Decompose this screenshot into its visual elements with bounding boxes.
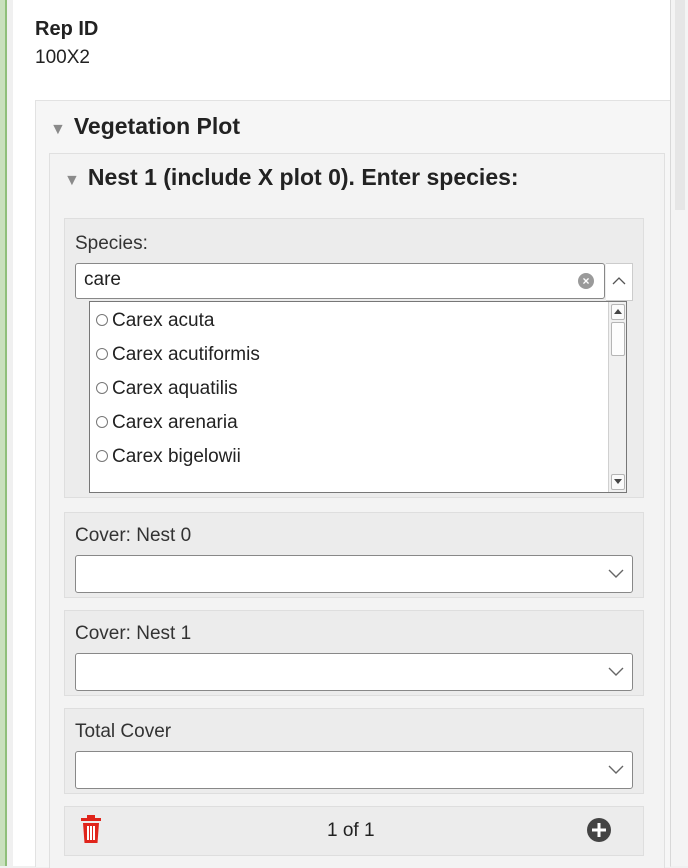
list-scrollbar[interactable]	[608, 302, 626, 492]
plus-circle-icon[interactable]	[586, 817, 612, 843]
left-accent-line	[5, 0, 7, 866]
species-option-label: Carex aquatilis	[112, 378, 238, 399]
vegetation-plot-group: ▼ Vegetation Plot ▼ Nest 1 (include X plot…	[35, 100, 671, 868]
species-option-label: Carex arenaria	[112, 412, 238, 433]
chevron-down-icon	[608, 667, 624, 676]
species-option[interactable]: Carex acuta	[90, 304, 608, 338]
chevron-down-icon	[608, 765, 624, 774]
radio-icon[interactable]	[96, 382, 108, 394]
vegetation-plot-title: Vegetation Plot	[73, 113, 240, 139]
cover-nest-0-field: Cover: Nest 0	[64, 512, 644, 598]
species-search-box[interactable]: ×	[75, 263, 605, 299]
rep-id-field: Rep ID 100X2	[35, 18, 98, 69]
species-options-list[interactable]: Carex acuta Carex acutiformis Carex aqua…	[89, 301, 627, 493]
rep-id-label: Rep ID	[35, 18, 99, 40]
triangle-down-icon: ▼	[50, 121, 66, 138]
scroll-down-arrow-icon[interactable]	[611, 474, 625, 490]
repeat-footer: 1 of 1	[64, 806, 644, 856]
species-option[interactable]: Carex bigelowii	[90, 440, 608, 474]
total-cover-label: Total Cover	[75, 721, 172, 742]
total-cover-field: Total Cover	[64, 708, 644, 794]
pager-text: 1 of 1	[327, 820, 375, 841]
nest-1-title: Nest 1 (include X plot 0). Enter species…	[87, 164, 519, 190]
cover-nest-1-field: Cover: Nest 1	[64, 610, 644, 696]
clear-icon[interactable]: ×	[578, 273, 594, 289]
page-scrollbar[interactable]	[670, 0, 688, 866]
species-search-input[interactable]	[84, 269, 564, 291]
species-option[interactable]: Carex arenaria	[90, 406, 608, 440]
scroll-up-arrow-icon[interactable]	[611, 304, 625, 320]
species-option-label: Carex acutiformis	[112, 344, 260, 365]
radio-icon[interactable]	[96, 314, 108, 326]
species-option-label: Carex acuta	[112, 310, 215, 331]
radio-icon[interactable]	[96, 416, 108, 428]
radio-icon[interactable]	[96, 450, 108, 462]
scroll-thumb[interactable]	[611, 322, 625, 356]
cover-nest-1-label: Cover: Nest 1	[75, 623, 192, 644]
total-cover-select[interactable]	[75, 751, 633, 789]
nest-1-group: ▼ Nest 1 (include X plot 0). Enter specie…	[49, 153, 665, 868]
species-field: Species: × Carex acuta Carex acutiformis…	[64, 218, 644, 498]
cover-nest-0-label: Cover: Nest 0	[75, 525, 192, 546]
trash-icon[interactable]	[81, 815, 101, 843]
triangle-down-icon: ▼	[64, 172, 80, 189]
form-panel: Rep ID 100X2 ▼ Vegetation Plot ▼ Nest 1 (i…	[13, 0, 671, 868]
cover-nest-1-select[interactable]	[75, 653, 633, 691]
species-label: Species:	[75, 233, 148, 254]
chevron-down-icon	[608, 569, 624, 578]
vegetation-plot-header[interactable]: ▼ Vegetation Plot	[50, 113, 240, 140]
page-scroll-thumb[interactable]	[675, 0, 685, 210]
species-option[interactable]: Carex aquatilis	[90, 372, 608, 406]
species-option[interactable]: Carex acutiformis	[90, 338, 608, 372]
collapse-list-button[interactable]	[606, 263, 633, 301]
rep-id-value: 100X2	[35, 47, 90, 68]
chevron-up-icon	[612, 277, 626, 285]
radio-icon[interactable]	[96, 348, 108, 360]
cover-nest-0-select[interactable]	[75, 555, 633, 593]
nest-1-header[interactable]: ▼ Nest 1 (include X plot 0). Enter specie…	[64, 164, 519, 191]
species-option-label: Carex bigelowii	[112, 446, 241, 467]
